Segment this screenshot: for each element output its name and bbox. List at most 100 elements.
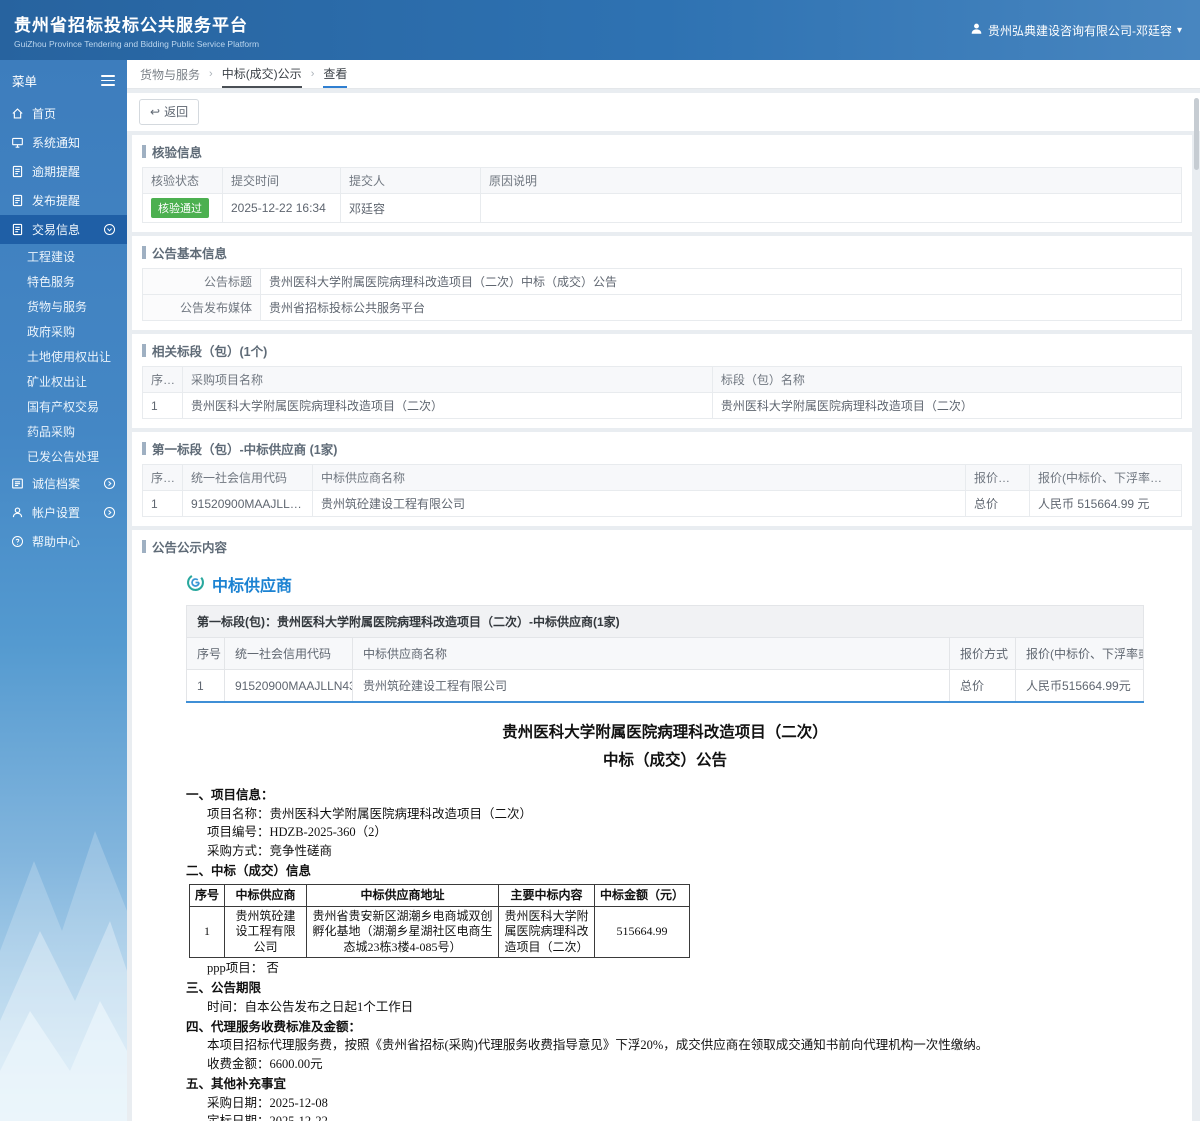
hamburger-menu-icon[interactable] <box>101 75 115 86</box>
lot-title-bar: 第一标段(包)：贵州医科大学附属医院病理科改造项目（二次）-中标供应商(1家) <box>186 605 1144 637</box>
sidebar: 菜单 首页 系统通知 逾期提醒 发布提醒 交易信息 工程建设 特色服务 货物与服… <box>0 60 127 1121</box>
public-notice-body: 中标供应商 第一标段(包)：贵州医科大学附属医院病理科改造项目（二次）-中标供应… <box>142 562 1182 1121</box>
sidebar-item-help-center[interactable]: 帮助中心 <box>0 527 127 556</box>
table-header-row: 序号 采购项目名称 标段（包）名称 <box>142 366 1183 393</box>
table-header-row: 序号 统一社会信用代码 中标供应商名称 报价方式 报价(中标价、下浮率或费率) <box>142 464 1182 491</box>
table-cell: 邓廷容 <box>340 193 481 223</box>
breadcrumb-separator: › <box>310 68 315 80</box>
table-header-row: 序号 中标供应商 中标供应商地址 主要中标内容 中标金额（元） <box>188 883 691 907</box>
sidebar-item-home[interactable]: 首页 <box>0 99 127 128</box>
home-icon <box>11 107 24 120</box>
user-name: 贵州弘典建设咨询有限公司-邓廷容 <box>987 23 1172 38</box>
document-icon <box>11 194 24 207</box>
app-title: 贵州省招标投标公共服务平台 <box>14 16 248 35</box>
column-header: 中标供应商 <box>224 883 308 907</box>
sidebar-subitem-engineering[interactable]: 工程建设 <box>0 244 127 269</box>
section-title: 核验信息 <box>142 139 1182 167</box>
sidebar-subitem-special-service[interactable]: 特色服务 <box>0 269 127 294</box>
breadcrumb-item-award-publicity[interactable]: 中标(成交)公示 <box>221 60 302 88</box>
table-cell: 人民币515664.99元 <box>1015 669 1144 703</box>
sidebar-subitem-goods-services[interactable]: 货物与服务 <box>0 294 127 319</box>
menu-header: 菜单 <box>0 60 127 99</box>
doc-line: 项目名称：贵州医科大学附属医院病理科改造项目（二次） <box>207 806 533 821</box>
column-header: 中标金额（元） <box>594 883 691 907</box>
column-header: 序号 <box>188 883 226 907</box>
doc-heading: 三、公告期限 <box>186 981 262 996</box>
sidebar-item-trade-info[interactable]: 交易信息 <box>0 215 127 244</box>
document-title-line2: 中标（成交）公告 <box>602 751 727 769</box>
sidebar-item-label: 发布提醒 <box>32 194 81 208</box>
sidebar-item-publish-reminder[interactable]: 发布提醒 <box>0 186 127 215</box>
brand-block: 贵州省招标投标公共服务平台 GuiZhou Province Tendering… <box>14 11 259 49</box>
column-header: 中标供应商名称 <box>352 637 950 670</box>
column-header: 序号 <box>186 637 225 670</box>
award-info-table: 序号 中标供应商 中标供应商地址 主要中标内容 中标金额（元） 1 贵州筑砼建设… <box>188 883 691 959</box>
field-label: 公告发布媒体 <box>142 294 261 321</box>
scrollbar-thumb[interactable] <box>1194 98 1199 170</box>
table-row: 1 91520900MAAJLLN431 贵州筑砼建设工程有限公司 总价 人民币… <box>142 490 1182 517</box>
table-cell: 515664.99 <box>594 905 691 959</box>
doc-heading: 二、中标（成交）信息 <box>186 863 312 878</box>
column-header: 标段（包）名称 <box>711 366 1183 393</box>
chevron-down-icon: ▾ <box>1176 24 1182 36</box>
winning-supplier-header: 中标供应商 <box>186 564 1144 605</box>
sidebar-subitem-published-notices[interactable]: 已发公告处理 <box>0 444 127 469</box>
back-button[interactable]: ↩ 返回 <box>139 99 200 125</box>
table-cell: 2025-12-22 16:34 <box>222 193 341 223</box>
breadcrumb-separator: › <box>209 68 213 80</box>
column-header: 主要中标内容 <box>498 883 596 907</box>
section-public-notice: 公告公示内容 中标供应商 第一标段(包)：贵州医科大学附属医院病理科改造项目（二… <box>132 530 1192 1121</box>
back-button-label: 返回 <box>164 105 189 119</box>
menu-label: 菜单 <box>12 75 38 89</box>
table-header-row: 核验状态 提交时间 提交人 原因说明 <box>142 167 1182 194</box>
column-header: 中标供应商名称 <box>312 464 966 491</box>
table-cell: 91520900MAAJLLN431 <box>182 490 313 517</box>
doc-heading: 五、其他补充事宜 <box>186 1076 287 1091</box>
section-notice-info: 公告基本信息 公告标题 贵州医科大学附属医院病理科改造项目（二次）中标（成交）公… <box>132 236 1192 330</box>
table-cell: 1 <box>188 905 226 959</box>
table-cell: 核验通过 <box>142 193 223 223</box>
section-verification: 核验信息 核验状态 提交时间 提交人 原因说明 核验通过 2025-12-22 … <box>132 135 1192 232</box>
breadcrumb-item-goods-services[interactable]: 货物与服务 <box>140 60 200 88</box>
table-cell: 1 <box>142 392 183 419</box>
notice-info-table: 公告标题 贵州医科大学附属医院病理科改造项目（二次）中标（成交）公告 公告发布媒… <box>142 268 1182 321</box>
sidebar-item-overdue-reminder[interactable]: 逾期提醒 <box>0 157 127 186</box>
table-cell: 贵州医科大学附属医院病理科改造项目（二次） <box>711 392 1183 419</box>
table-row: 1 贵州筑砼建设工程有限公司 贵州省贵安新区湖潮乡电商城双创孵化基地（湖潮乡星湖… <box>188 905 691 959</box>
breadcrumb-item-view[interactable]: 查看 <box>323 60 348 88</box>
sidebar-subitem-gov-procurement[interactable]: 政府采购 <box>0 319 127 344</box>
table-row: 1 91520900MAAJLLN431 贵州筑砼建设工程有限公司 总价 人民币… <box>186 669 1144 703</box>
sidebar-item-credit-archive[interactable]: 诚信档案 <box>0 469 127 498</box>
sidebar-subitem-land-use[interactable]: 土地使用权出让 <box>0 344 127 369</box>
doc-line: ppp项目： 否 <box>207 961 279 976</box>
section-title: 第一标段（包）-中标供应商 (1家) <box>142 436 1182 464</box>
sidebar-subitem-drug-procurement[interactable]: 药品采购 <box>0 419 127 444</box>
doc-line: 项目编号：HDZB-2025-360（2） <box>207 825 387 840</box>
chevron-right-circle-icon <box>103 506 116 519</box>
doc-heading: 四、代理服务收费标准及金额： <box>186 1019 362 1034</box>
column-header: 采购项目名称 <box>182 366 713 393</box>
sidebar-item-account-settings[interactable]: 帐户设置 <box>0 498 127 527</box>
field-value: 贵州省招标投标公共服务平台 <box>260 294 1182 321</box>
sidebar-item-label: 系统通知 <box>32 136 81 150</box>
doc-line: 时间：自本公告发布之日起1个工作日 <box>207 999 414 1014</box>
sidebar-item-system-notice[interactable]: 系统通知 <box>0 128 127 157</box>
table-cell: 贵州医科大学附属医院病理科改造项目（二次） <box>182 392 713 419</box>
section-title: 公告基本信息 <box>142 240 1182 268</box>
sidebar-subitem-mining-rights[interactable]: 矿业权出让 <box>0 369 127 394</box>
winning-supplier-table: 序号 统一社会信用代码 中标供应商名称 报价方式 报价(中标价、下浮率或费率) … <box>142 464 1182 517</box>
verification-table: 核验状态 提交时间 提交人 原因说明 核验通过 2025-12-22 16:34… <box>142 167 1182 223</box>
sidebar-subitem-state-property[interactable]: 国有产权交易 <box>0 394 127 419</box>
table-row: 公告发布媒体 贵州省招标投标公共服务平台 <box>142 294 1182 321</box>
document-title-line1: 贵州医科大学附属医院病理科改造项目（二次） <box>502 724 828 741</box>
winning-supplier-title: 中标供应商 <box>212 578 293 595</box>
mountain-background-graphic <box>0 831 127 1121</box>
back-icon: ↩ <box>150 104 161 119</box>
main-area: 货物与服务 › 中标(成交)公示 › 查看 ↩ 返回 核验信息 核验状态 提交时… <box>127 60 1200 1121</box>
app-subtitle: GuiZhou Province Tendering and Bidding P… <box>14 39 260 49</box>
user-menu[interactable]: 贵州弘典建设咨询有限公司-邓廷容 ▾ <box>970 22 1182 39</box>
table-row: 核验通过 2025-12-22 16:34 邓廷容 <box>142 193 1182 223</box>
table-header-row: 序号 统一社会信用代码 中标供应商名称 报价方式 报价(中标价、下浮率或费率) <box>186 637 1144 670</box>
person-icon <box>11 506 24 519</box>
table-cell: 总价 <box>965 490 1030 517</box>
